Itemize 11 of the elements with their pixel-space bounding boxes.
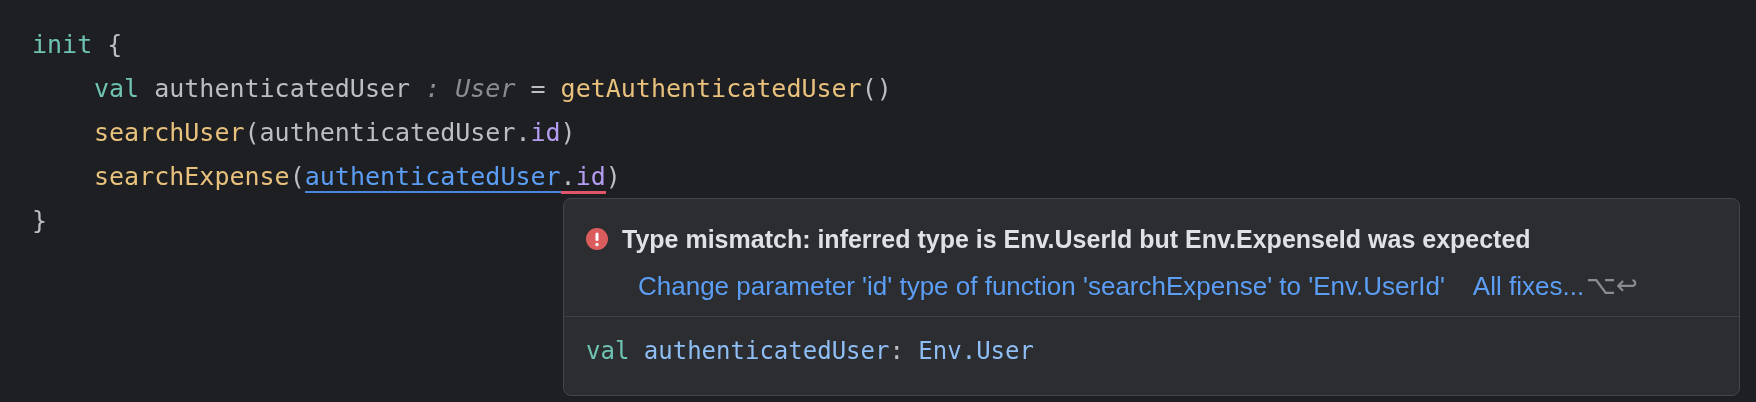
all-fixes-link[interactable]: All fixes... [1472, 270, 1585, 301]
quick-fix-link[interactable]: Change parameter 'id' type of function 'searchExpense' to 'Env.UserId' [638, 270, 1445, 301]
declaration-signature: val authenticatedUser: Env.User [585, 336, 1034, 367]
code-line: val authenticatedUser : User = getAuthenticatedUser() [93, 73, 892, 105]
code-line: searchExpense(authenticatedUser.id) [32, 155, 621, 199]
shortcut-hint: ⌥↩ [1586, 270, 1639, 301]
error-message: Type mismatch: inferred type is Env.UserId but Env.ExpenseId was expected [622, 224, 1531, 254]
error-icon [586, 228, 608, 250]
code-line: } [32, 205, 48, 237]
code-line: init { [32, 29, 123, 61]
code-line: searchUser(authenticatedUser.id) [93, 117, 576, 149]
